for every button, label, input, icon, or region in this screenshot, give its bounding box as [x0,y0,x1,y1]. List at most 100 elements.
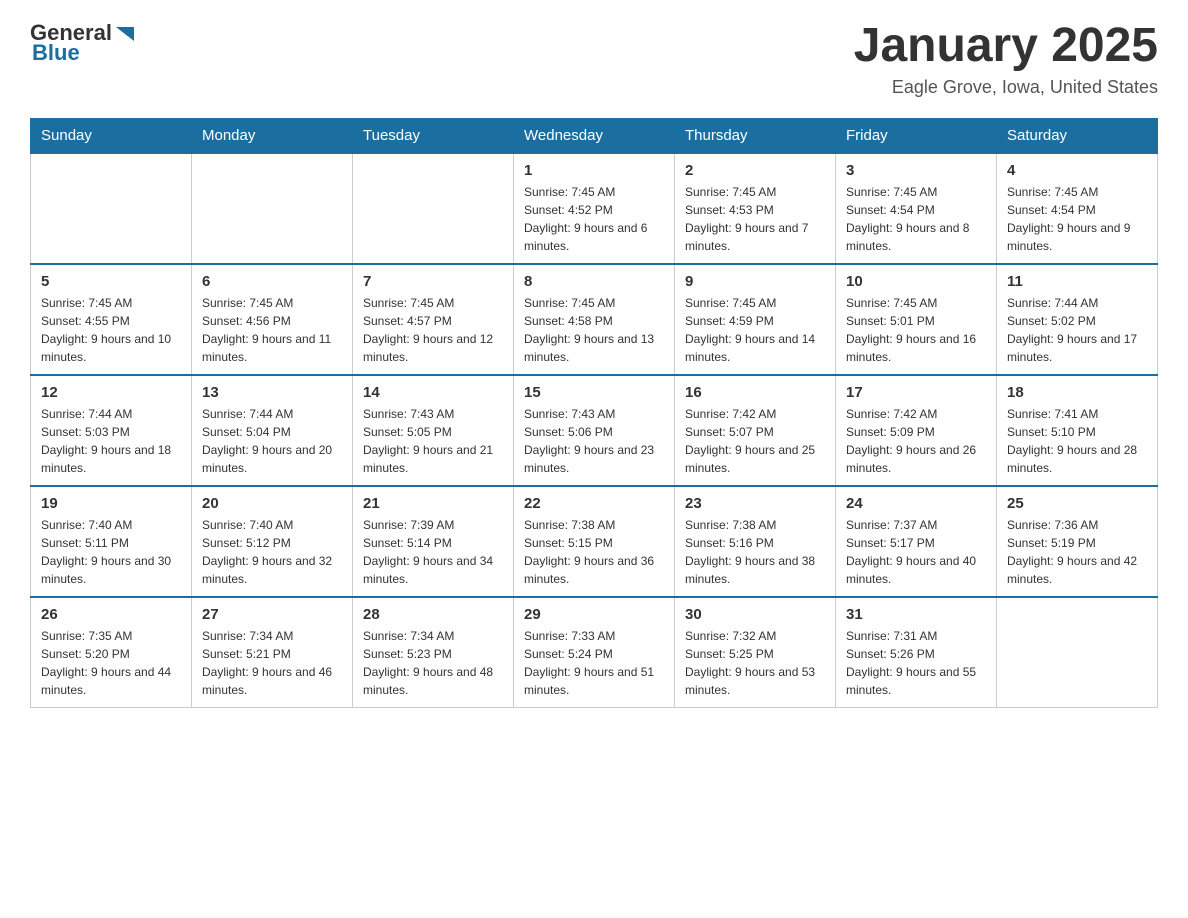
day-number: 21 [363,495,503,512]
calendar-cell: 10 Sunrise: 7:45 AM Sunset: 5:01 PM Dayli… [836,264,997,375]
calendar-cell: 6 Sunrise: 7:45 AM Sunset: 4:56 PM Daylig… [192,264,353,375]
calendar-cell: 4 Sunrise: 7:45 AM Sunset: 4:54 PM Daylig… [997,153,1158,264]
day-info: Sunrise: 7:38 AM Sunset: 5:15 PM Dayligh… [524,516,664,588]
calendar-cell: 17Sunrise: 7:42 AM Sunset: 5:09 PM Dayli… [836,375,997,486]
calendar-cell: 15Sunrise: 7:43 AM Sunset: 5:06 PM Dayli… [514,375,675,486]
location-subtitle: Eagle Grove, Iowa, United States [854,77,1158,98]
day-number: 29 [524,606,664,623]
calendar-cell: 13 Sunrise: 7:44 AM Sunset: 5:04 PM Dayli… [192,375,353,486]
calendar-cell [997,597,1158,708]
day-info: Sunrise: 7:43 AM Sunset: 5:05 PM Dayligh… [363,405,503,477]
day-number: 12 [41,384,181,401]
day-number: 14 [363,384,503,401]
calendar-cell: 25 Sunrise: 7:36 AM Sunset: 5:19 PM Dayli… [997,486,1158,597]
day-number: 8 [524,273,664,290]
calendar-cell: 3 Sunrise: 7:45 AM Sunset: 4:54 PM Daylig… [836,153,997,264]
day-info: Sunrise: 7:40 AM Sunset: 5:12 PM Dayligh… [202,516,342,588]
day-header-saturday: Saturday [997,118,1158,153]
day-number: 28 [363,606,503,623]
calendar-cell: 23Sunrise: 7:38 AM Sunset: 5:16 PM Dayli… [675,486,836,597]
day-number: 30 [685,606,825,623]
calendar-cell: 18 Sunrise: 7:41 AM Sunset: 5:10 PM Dayli… [997,375,1158,486]
day-info: Sunrise: 7:45 AM Sunset: 4:59 PM Dayligh… [685,294,825,366]
calendar-cell: 29 Sunrise: 7:33 AM Sunset: 5:24 PM Dayli… [514,597,675,708]
day-info: Sunrise: 7:40 AM Sunset: 5:11 PM Dayligh… [41,516,181,588]
day-info: Sunrise: 7:44 AM Sunset: 5:03 PM Dayligh… [41,405,181,477]
day-number: 9 [685,273,825,290]
day-number: 16 [685,384,825,401]
day-info: Sunrise: 7:42 AM Sunset: 5:09 PM Dayligh… [846,405,986,477]
day-number: 18 [1007,384,1147,401]
day-number: 3 [846,162,986,179]
day-number: 25 [1007,495,1147,512]
day-info: Sunrise: 7:41 AM Sunset: 5:10 PM Dayligh… [1007,405,1147,477]
calendar-week-row: 1Sunrise: 7:45 AM Sunset: 4:52 PM Daylig… [31,153,1158,264]
day-number: 22 [524,495,664,512]
logo-triangle-icon [114,23,136,45]
day-header-monday: Monday [192,118,353,153]
calendar-cell: 20Sunrise: 7:40 AM Sunset: 5:12 PM Dayli… [192,486,353,597]
calendar-cell: 5Sunrise: 7:45 AM Sunset: 4:55 PM Daylig… [31,264,192,375]
calendar-cell: 7Sunrise: 7:45 AM Sunset: 4:57 PM Daylig… [353,264,514,375]
day-info: Sunrise: 7:45 AM Sunset: 4:54 PM Dayligh… [846,183,986,255]
day-info: Sunrise: 7:44 AM Sunset: 5:04 PM Dayligh… [202,405,342,477]
calendar-cell: 26 Sunrise: 7:35 AM Sunset: 5:20 PM Dayli… [31,597,192,708]
calendar-cell: 31 Sunrise: 7:31 AM Sunset: 5:26 PM Dayli… [836,597,997,708]
calendar-week-row: 12 Sunrise: 7:44 AM Sunset: 5:03 PM Dayli… [31,375,1158,486]
calendar-cell: 9 Sunrise: 7:45 AM Sunset: 4:59 PM Daylig… [675,264,836,375]
day-header-wednesday: Wednesday [514,118,675,153]
day-info: Sunrise: 7:45 AM Sunset: 4:52 PM Dayligh… [524,183,664,255]
day-info: Sunrise: 7:45 AM Sunset: 4:55 PM Dayligh… [41,294,181,366]
day-info: Sunrise: 7:32 AM Sunset: 5:25 PM Dayligh… [685,627,825,699]
calendar-cell: 12 Sunrise: 7:44 AM Sunset: 5:03 PM Dayli… [31,375,192,486]
calendar-cell: 21Sunrise: 7:39 AM Sunset: 5:14 PM Dayli… [353,486,514,597]
day-number: 26 [41,606,181,623]
calendar-cell: 2Sunrise: 7:45 AM Sunset: 4:53 PM Daylig… [675,153,836,264]
day-number: 31 [846,606,986,623]
day-info: Sunrise: 7:36 AM Sunset: 5:19 PM Dayligh… [1007,516,1147,588]
day-header-friday: Friday [836,118,997,153]
day-info: Sunrise: 7:45 AM Sunset: 4:54 PM Dayligh… [1007,183,1147,255]
day-info: Sunrise: 7:34 AM Sunset: 5:21 PM Dayligh… [202,627,342,699]
calendar-cell: 19Sunrise: 7:40 AM Sunset: 5:11 PM Dayli… [31,486,192,597]
day-header-sunday: Sunday [31,118,192,153]
day-number: 7 [363,273,503,290]
day-number: 23 [685,495,825,512]
day-info: Sunrise: 7:45 AM Sunset: 4:53 PM Dayligh… [685,183,825,255]
month-title: January 2025 [854,20,1158,73]
calendar-cell: 11 Sunrise: 7:44 AM Sunset: 5:02 PM Dayli… [997,264,1158,375]
day-number: 4 [1007,162,1147,179]
day-number: 11 [1007,273,1147,290]
calendar-table: SundayMondayTuesdayWednesdayThursdayFrid… [30,118,1158,708]
logo-blue-text: Blue [32,40,80,66]
day-info: Sunrise: 7:45 AM Sunset: 4:58 PM Dayligh… [524,294,664,366]
day-info: Sunrise: 7:31 AM Sunset: 5:26 PM Dayligh… [846,627,986,699]
day-header-thursday: Thursday [675,118,836,153]
calendar-cell: 8 Sunrise: 7:45 AM Sunset: 4:58 PM Daylig… [514,264,675,375]
day-info: Sunrise: 7:45 AM Sunset: 5:01 PM Dayligh… [846,294,986,366]
calendar-cell: 14 Sunrise: 7:43 AM Sunset: 5:05 PM Dayli… [353,375,514,486]
calendar-cell: 1Sunrise: 7:45 AM Sunset: 4:52 PM Daylig… [514,153,675,264]
calendar-cell: 16 Sunrise: 7:42 AM Sunset: 5:07 PM Dayli… [675,375,836,486]
calendar-cell: 27 Sunrise: 7:34 AM Sunset: 5:21 PM Dayli… [192,597,353,708]
day-info: Sunrise: 7:33 AM Sunset: 5:24 PM Dayligh… [524,627,664,699]
day-number: 15 [524,384,664,401]
calendar-cell [192,153,353,264]
day-number: 13 [202,384,342,401]
day-number: 27 [202,606,342,623]
day-number: 10 [846,273,986,290]
day-number: 6 [202,273,342,290]
day-info: Sunrise: 7:34 AM Sunset: 5:23 PM Dayligh… [363,627,503,699]
day-header-tuesday: Tuesday [353,118,514,153]
calendar-cell: 24Sunrise: 7:37 AM Sunset: 5:17 PM Dayli… [836,486,997,597]
day-info: Sunrise: 7:45 AM Sunset: 4:56 PM Dayligh… [202,294,342,366]
day-info: Sunrise: 7:42 AM Sunset: 5:07 PM Dayligh… [685,405,825,477]
day-info: Sunrise: 7:44 AM Sunset: 5:02 PM Dayligh… [1007,294,1147,366]
calendar-week-row: 26 Sunrise: 7:35 AM Sunset: 5:20 PM Dayli… [31,597,1158,708]
day-info: Sunrise: 7:35 AM Sunset: 5:20 PM Dayligh… [41,627,181,699]
calendar-cell: 22 Sunrise: 7:38 AM Sunset: 5:15 PM Dayli… [514,486,675,597]
page-header: General Blue January 2025 Eagle Grove, I… [30,20,1158,98]
calendar-week-row: 19Sunrise: 7:40 AM Sunset: 5:11 PM Dayli… [31,486,1158,597]
calendar-week-row: 5Sunrise: 7:45 AM Sunset: 4:55 PM Daylig… [31,264,1158,375]
day-number: 24 [846,495,986,512]
